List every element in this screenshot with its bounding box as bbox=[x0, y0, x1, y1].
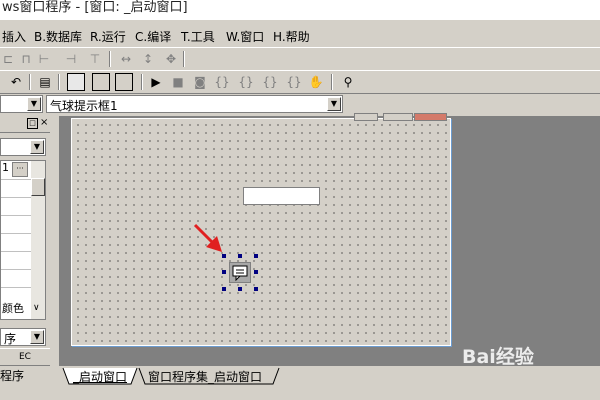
standard-toolbar: ↶ ▤ ▶ ■ ◙ {} {} {} {} ✋ ⚲ bbox=[0, 70, 600, 94]
undo-icon[interactable]: ↶ bbox=[8, 74, 24, 90]
property-panel: □ × ▼ 1 ··· ∨ 颜色 序 ▼ EC 程序 bbox=[0, 116, 50, 388]
layout-view-1-icon[interactable] bbox=[67, 73, 85, 91]
layout-view-2-icon[interactable] bbox=[92, 73, 110, 91]
tab-window-assembly[interactable]: 窗口程序集_启动窗口 bbox=[148, 368, 262, 385]
grid-line bbox=[1, 269, 31, 270]
menu-tools[interactable]: T.工具 bbox=[181, 28, 215, 45]
scrollbar-thumb[interactable] bbox=[31, 178, 45, 196]
red-arrow-icon bbox=[193, 223, 222, 252]
speech-bubble-icon bbox=[232, 265, 248, 282]
selection-handle[interactable] bbox=[238, 254, 242, 258]
menu-window[interactable]: W.窗口 bbox=[226, 28, 264, 45]
design-form-canvas[interactable] bbox=[71, 118, 451, 346]
grid-line bbox=[1, 287, 31, 288]
object-selector[interactable]: ▼ bbox=[0, 95, 43, 113]
form-maximize-button[interactable] bbox=[383, 113, 413, 121]
grid-line bbox=[1, 215, 31, 216]
space-horiz-icon[interactable]: ⊣ bbox=[63, 51, 79, 67]
selection-handle[interactable] bbox=[222, 270, 226, 274]
form-minimize-button[interactable] bbox=[354, 113, 378, 121]
step-into-icon[interactable]: {} bbox=[214, 74, 230, 90]
menu-database[interactable]: B.数据库 bbox=[34, 28, 82, 45]
align-top-icon[interactable]: ⊓ bbox=[18, 51, 34, 67]
menu-insert[interactable]: 插入 bbox=[2, 28, 26, 45]
run-icon[interactable]: ▶ bbox=[148, 74, 164, 90]
selection-handle[interactable] bbox=[238, 287, 242, 291]
menu-run[interactable]: R.运行 bbox=[90, 28, 126, 45]
panel-tab-ec[interactable]: EC bbox=[0, 348, 50, 366]
toolbar-separator bbox=[109, 51, 111, 67]
toolbar-separator bbox=[331, 74, 333, 90]
find-icon[interactable]: ▤ bbox=[37, 74, 53, 90]
watermark: Bai经验 bbox=[462, 346, 534, 368]
order-selector[interactable]: 序 ▼ bbox=[0, 328, 46, 346]
property-grid[interactable]: 1 ··· ∨ 颜色 bbox=[0, 160, 46, 320]
close-icon[interactable]: × bbox=[40, 118, 48, 128]
toolbar-separator bbox=[183, 51, 185, 67]
same-width-icon[interactable]: ↔ bbox=[118, 51, 134, 67]
grid-line bbox=[1, 233, 31, 234]
scroll-down-icon[interactable]: ∨ bbox=[33, 303, 40, 313]
scrollbar[interactable]: ∨ bbox=[31, 161, 45, 319]
chevron-down-icon[interactable]: ▼ bbox=[30, 140, 44, 154]
editor-tab-bar: _启动窗口 窗口程序集_启动窗口 bbox=[59, 366, 600, 388]
editbox-component[interactable] bbox=[243, 187, 320, 205]
same-height-icon[interactable]: ↕ bbox=[140, 51, 156, 67]
window-title: ws窗口程序 - [窗口: _启动窗口] bbox=[2, 0, 188, 15]
align-left-icon[interactable]: ⊏ bbox=[0, 51, 16, 67]
title-bar: ws窗口程序 - [窗口: _启动窗口] bbox=[0, 0, 600, 20]
property-value: 1 bbox=[2, 161, 9, 174]
grid-line bbox=[1, 251, 31, 252]
selection-handle[interactable] bbox=[222, 287, 226, 291]
breakpoint-icon[interactable]: ◙ bbox=[192, 74, 208, 90]
ellipsis-button[interactable]: ··· bbox=[12, 162, 28, 177]
chevron-down-icon[interactable]: ▼ bbox=[327, 97, 341, 111]
toolbar-separator bbox=[141, 74, 143, 90]
panel-selector[interactable]: ▼ bbox=[0, 138, 46, 156]
property-label-color: 颜色 bbox=[2, 302, 24, 315]
menu-bar: 插入 B.数据库 R.运行 C.编译 T.工具 W.窗口 H.帮助 bbox=[0, 24, 600, 46]
toolbar-separator bbox=[29, 74, 31, 90]
chevron-down-icon[interactable]: ▼ bbox=[30, 330, 44, 344]
tab-startup-window[interactable]: _启动窗口 bbox=[73, 368, 127, 385]
layout-view-3-icon[interactable] bbox=[115, 73, 133, 91]
step-over-icon[interactable]: {} bbox=[238, 74, 254, 90]
balloon-tip-component[interactable] bbox=[229, 262, 251, 283]
step-out-icon[interactable]: {} bbox=[262, 74, 278, 90]
hand-icon[interactable]: ✋ bbox=[308, 74, 324, 90]
selection-handle[interactable] bbox=[254, 287, 258, 291]
component-selector[interactable]: 气球提示框1 ▼ bbox=[46, 95, 343, 113]
search-binoculars-icon[interactable]: ⚲ bbox=[340, 74, 356, 90]
form-close-button[interactable] bbox=[414, 113, 447, 121]
align-hcenter-icon[interactable]: ⊢ bbox=[36, 51, 52, 67]
menu-help[interactable]: H.帮助 bbox=[273, 28, 310, 45]
chevron-down-icon[interactable]: ▼ bbox=[27, 97, 41, 111]
selection-handle[interactable] bbox=[254, 254, 258, 258]
align-toolbar: ⊏ ⊓ ⊢ ⊣ ⊤ ↔ ↕ ✥ bbox=[0, 47, 600, 71]
restore-icon[interactable]: □ bbox=[27, 118, 38, 129]
menu-compile[interactable]: C.编译 bbox=[135, 28, 171, 45]
grid-line bbox=[1, 197, 31, 198]
panel-tab-program[interactable]: 程序 bbox=[0, 367, 50, 385]
property-bar: ▼ 气球提示框1 ▼ bbox=[0, 93, 600, 115]
stop-icon[interactable]: ■ bbox=[170, 74, 186, 90]
run-to-cursor-icon[interactable]: {} bbox=[286, 74, 302, 90]
toolbar-separator bbox=[58, 74, 60, 90]
same-size-icon[interactable]: ✥ bbox=[163, 51, 179, 67]
grid-line bbox=[1, 179, 31, 180]
space-vert-icon[interactable]: ⊤ bbox=[87, 51, 103, 67]
selection-handle[interactable] bbox=[254, 270, 258, 274]
panel-header: □ × bbox=[0, 118, 50, 133]
